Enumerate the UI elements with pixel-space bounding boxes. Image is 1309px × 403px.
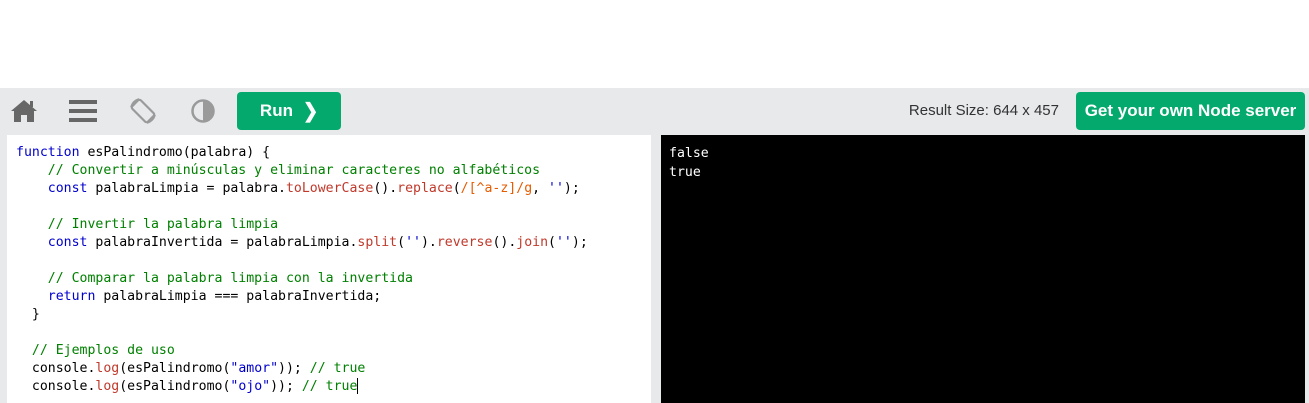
- code-token: (: [397, 235, 406, 250]
- code-token: const: [47, 181, 88, 196]
- code-token: /[^a-z]/g: [460, 181, 533, 196]
- code-token: console.: [16, 361, 96, 376]
- code-token: join: [516, 235, 549, 250]
- code-token: ));: [278, 361, 310, 376]
- code-token: }: [16, 307, 40, 322]
- code-line: const palabraInvertida = palabraLimpia.s…: [16, 234, 588, 252]
- code-token: replace: [397, 181, 453, 196]
- code-editor[interactable]: function esPalindromo(palabra) { // Conv…: [7, 135, 651, 403]
- menu-icon[interactable]: [67, 96, 99, 126]
- code-token: );: [571, 235, 588, 250]
- code-token: return: [47, 289, 96, 304]
- output-line: true: [669, 165, 701, 180]
- code-line: }: [16, 306, 588, 324]
- code-token: esPalindromo(palabra) {: [79, 145, 271, 160]
- code-token: ().: [492, 235, 517, 250]
- code-token: split: [357, 235, 398, 250]
- code-token: reverse: [436, 235, 493, 250]
- chevron-right-icon: ❯: [302, 100, 319, 122]
- rotate-screen-icon[interactable]: [127, 96, 159, 126]
- output-line: false: [669, 146, 709, 161]
- code-token: (: [548, 235, 556, 250]
- code-token: toLowerCase: [285, 181, 374, 196]
- code-token: palabraLimpia === palabraInvertida;: [95, 289, 382, 304]
- pane-divider[interactable]: [651, 135, 661, 403]
- code-token: // Ejemplos de uso: [16, 343, 175, 358]
- code-token: // Invertir la palabra limpia: [16, 217, 279, 232]
- code-line: // Comparar la palabra limpia con la inv…: [16, 270, 588, 288]
- code-token: palabraLimpia = palabra.: [87, 181, 286, 196]
- code-token: '': [555, 235, 572, 250]
- code-token: "ojo": [230, 379, 271, 394]
- code-token: );: [563, 181, 580, 196]
- code-token: // Comparar la palabra limpia con la inv…: [16, 271, 413, 286]
- code-line: console.log(esPalindromo("ojo")); // tru…: [16, 378, 588, 396]
- code-line: return palabraLimpia === palabraInvertid…: [16, 288, 588, 306]
- code-token: (: [452, 181, 461, 196]
- code-token: ,: [532, 181, 549, 196]
- result-output-pane: false true: [661, 135, 1305, 403]
- code-token: // true: [301, 379, 358, 394]
- code-content[interactable]: function esPalindromo(palabra) { // Conv…: [16, 144, 588, 396]
- code-token: log: [95, 361, 120, 376]
- code-line: // Invertir la palabra limpia: [16, 216, 588, 234]
- code-token: ).: [420, 235, 437, 250]
- code-token: console.: [16, 379, 96, 394]
- code-token: const: [47, 235, 88, 250]
- result-size-label: Result Size: 644 x 457: [908, 102, 1059, 119]
- home-icon[interactable]: [9, 96, 39, 126]
- run-button-label: Run: [259, 101, 293, 120]
- code-token: '': [548, 181, 564, 196]
- code-line: // Convertir a minúsculas y eliminar car…: [16, 162, 588, 180]
- contrast-icon[interactable]: [189, 96, 217, 126]
- text-caret: [357, 378, 359, 394]
- code-line: // Ejemplos de uso: [16, 342, 588, 360]
- code-token: function: [16, 145, 80, 160]
- code-line: const palabraLimpia = palabra.toLowerCas…: [16, 180, 588, 198]
- code-token: palabraInvertida = palabraLimpia.: [87, 235, 358, 250]
- code-token: ));: [270, 379, 302, 394]
- code-line: console.log(esPalindromo("amor")); // tr…: [16, 360, 588, 378]
- code-token: (esPalindromo(: [119, 361, 231, 376]
- work-area: function esPalindromo(palabra) { // Conv…: [0, 133, 1309, 403]
- console-output: false true: [669, 144, 709, 182]
- code-token: '': [405, 235, 421, 250]
- code-token: ().: [373, 181, 398, 196]
- run-button[interactable]: Run ❯: [237, 92, 341, 130]
- code-token: (esPalindromo(: [119, 379, 231, 394]
- tryit-editor-page: Run ❯ Result Size: 644 x 457 Get your ow…: [0, 0, 1309, 403]
- code-token: // true: [309, 361, 366, 376]
- code-token: // Convertir a minúsculas y eliminar car…: [16, 163, 541, 178]
- code-line: function esPalindromo(palabra) {: [16, 144, 588, 162]
- code-token: log: [95, 379, 120, 394]
- toolbar: Run ❯ Result Size: 644 x 457 Get your ow…: [0, 88, 1309, 133]
- get-node-server-button[interactable]: Get your own Node server: [1076, 92, 1305, 130]
- code-token: "amor": [230, 361, 279, 376]
